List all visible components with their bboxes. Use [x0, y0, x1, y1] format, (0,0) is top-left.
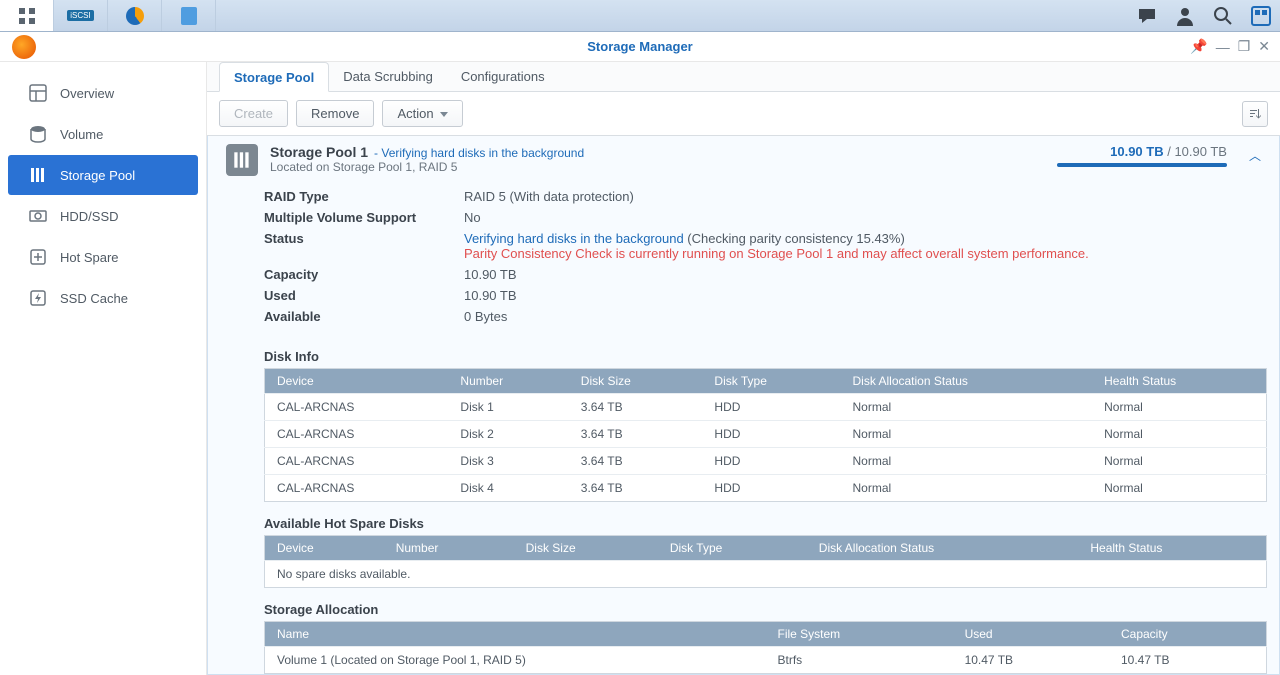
table-row[interactable]: CAL-ARCNASDisk 43.64 TBHDDNormalNormal [265, 475, 1267, 502]
overview-icon [28, 83, 48, 103]
toolbar: Create Remove Action [207, 92, 1280, 136]
table-row[interactable]: CAL-ARCNASDisk 13.64 TBHDDNormalNormal [265, 394, 1267, 421]
taskbar-chat-icon[interactable] [1128, 0, 1166, 31]
table-row[interactable]: Volume 1 (Located on Storage Pool 1, RAI… [265, 647, 1267, 674]
sidebar-item-label: Volume [60, 127, 103, 142]
volume-icon [28, 124, 48, 144]
sidebar-item-label: Overview [60, 86, 114, 101]
sidebar-item-ssd-cache[interactable]: SSD Cache [8, 278, 198, 318]
pool-header: Storage Pool 1 - Verifying hard disks in… [220, 136, 1267, 182]
sidebar-item-volume[interactable]: Volume [8, 114, 198, 154]
col-number[interactable]: Number [448, 369, 568, 394]
field-value-used: 10.90 TB [464, 288, 1267, 303]
hotspare-empty: No spare disks available. [265, 561, 1267, 588]
hdd-icon [28, 206, 48, 226]
field-label-raid: RAID Type [264, 189, 464, 204]
capacity-progress-bar [1057, 163, 1227, 167]
hot-spare-icon [28, 247, 48, 267]
sort-button[interactable] [1242, 101, 1268, 127]
field-label-status: Status [264, 231, 464, 261]
sidebar-item-storage-pool[interactable]: Storage Pool [8, 155, 198, 195]
taskbar-search-icon[interactable] [1204, 0, 1242, 31]
sidebar-item-hdd-ssd[interactable]: HDD/SSD [8, 196, 198, 236]
remove-button[interactable]: Remove [296, 100, 374, 127]
storage-pool-icon [28, 165, 48, 185]
taskbar-iscsi-icon[interactable]: iSCSI [54, 0, 108, 31]
field-label-used: Used [264, 288, 464, 303]
sidebar-item-overview[interactable]: Overview [8, 73, 198, 113]
field-value-capacity: 10.90 TB [464, 267, 1267, 282]
field-label-mv: Multiple Volume Support [264, 210, 464, 225]
table-row[interactable]: CAL-ARCNASDisk 33.64 TBHDDNormalNormal [265, 448, 1267, 475]
storage-manager-app-icon [12, 35, 36, 59]
taskbar-user-icon[interactable] [1166, 0, 1204, 31]
disk-info-title: Disk Info [220, 343, 1267, 368]
sidebar-item-label: SSD Cache [60, 291, 128, 306]
hotspare-title: Available Hot Spare Disks [220, 502, 1267, 535]
window-pin-icon[interactable]: 📌 [1190, 38, 1207, 55]
field-value-status: Verifying hard disks in the background (… [464, 231, 1267, 261]
window-close-icon[interactable]: ✕ [1258, 38, 1270, 55]
pool-name: Storage Pool 1 [270, 144, 368, 160]
sidebar-item-label: Hot Spare [60, 250, 119, 265]
field-value-available: 0 Bytes [464, 309, 1267, 324]
window-title: Storage Manager [587, 39, 692, 54]
capacity-summary: 10.90 TB / 10.90 TB [1057, 144, 1227, 159]
tab-bar: Storage Pool Data Scrubbing Configuratio… [207, 62, 1280, 92]
sidebar-item-label: HDD/SSD [60, 209, 119, 224]
col-alloc[interactable]: Disk Allocation Status [840, 369, 1092, 394]
allocation-table: Name File System Used Capacity Volume 1 … [264, 621, 1267, 674]
col-device[interactable]: Device [265, 369, 449, 394]
hotspare-table: Device Number Disk Size Disk Type Disk A… [264, 535, 1267, 588]
pool-icon [226, 144, 258, 176]
sidebar: Overview Volume Storage Pool HDD/SSD Hot… [0, 62, 207, 675]
taskbar-apps-button[interactable] [0, 0, 54, 31]
caret-down-icon [440, 112, 448, 117]
col-type[interactable]: Disk Type [702, 369, 840, 394]
sidebar-item-label: Storage Pool [60, 168, 135, 183]
system-taskbar: iSCSI [0, 0, 1280, 32]
window-titlebar: Storage Manager 📌 — ❐ ✕ [0, 32, 1280, 62]
allocation-title: Storage Allocation [220, 588, 1267, 621]
window-minimize-icon[interactable]: — [1216, 39, 1230, 55]
taskbar-widgets-icon[interactable] [1242, 0, 1280, 31]
tab-data-scrubbing[interactable]: Data Scrubbing [329, 62, 447, 92]
create-button[interactable]: Create [219, 100, 288, 127]
field-value-mv: No [464, 210, 1267, 225]
taskbar-storage-icon[interactable] [108, 0, 162, 31]
field-label-available: Available [264, 309, 464, 324]
table-row: No spare disks available. [265, 561, 1267, 588]
tab-storage-pool[interactable]: Storage Pool [219, 62, 329, 92]
field-value-raid: RAID 5 (With data protection) [464, 189, 1267, 204]
sidebar-item-hot-spare[interactable]: Hot Spare [8, 237, 198, 277]
field-label-capacity: Capacity [264, 267, 464, 282]
col-health[interactable]: Health Status [1092, 369, 1266, 394]
pool-location: Located on Storage Pool 1, RAID 5 [270, 160, 584, 174]
table-row[interactable]: CAL-ARCNASDisk 23.64 TBHDDNormalNormal [265, 421, 1267, 448]
taskbar-notes-icon[interactable] [162, 0, 216, 31]
action-dropdown-button[interactable]: Action [382, 100, 462, 127]
window-maximize-icon[interactable]: ❐ [1238, 38, 1251, 55]
tab-configurations[interactable]: Configurations [447, 62, 559, 92]
collapse-toggle[interactable]: ︿ [1249, 144, 1261, 164]
ssd-cache-icon [28, 288, 48, 308]
col-size[interactable]: Disk Size [569, 369, 703, 394]
pool-status-inline: - Verifying hard disks in the background [374, 146, 584, 160]
disk-info-table: Device Number Disk Size Disk Type Disk A… [264, 368, 1267, 502]
status-warning: Parity Consistency Check is currently ru… [464, 246, 1267, 261]
